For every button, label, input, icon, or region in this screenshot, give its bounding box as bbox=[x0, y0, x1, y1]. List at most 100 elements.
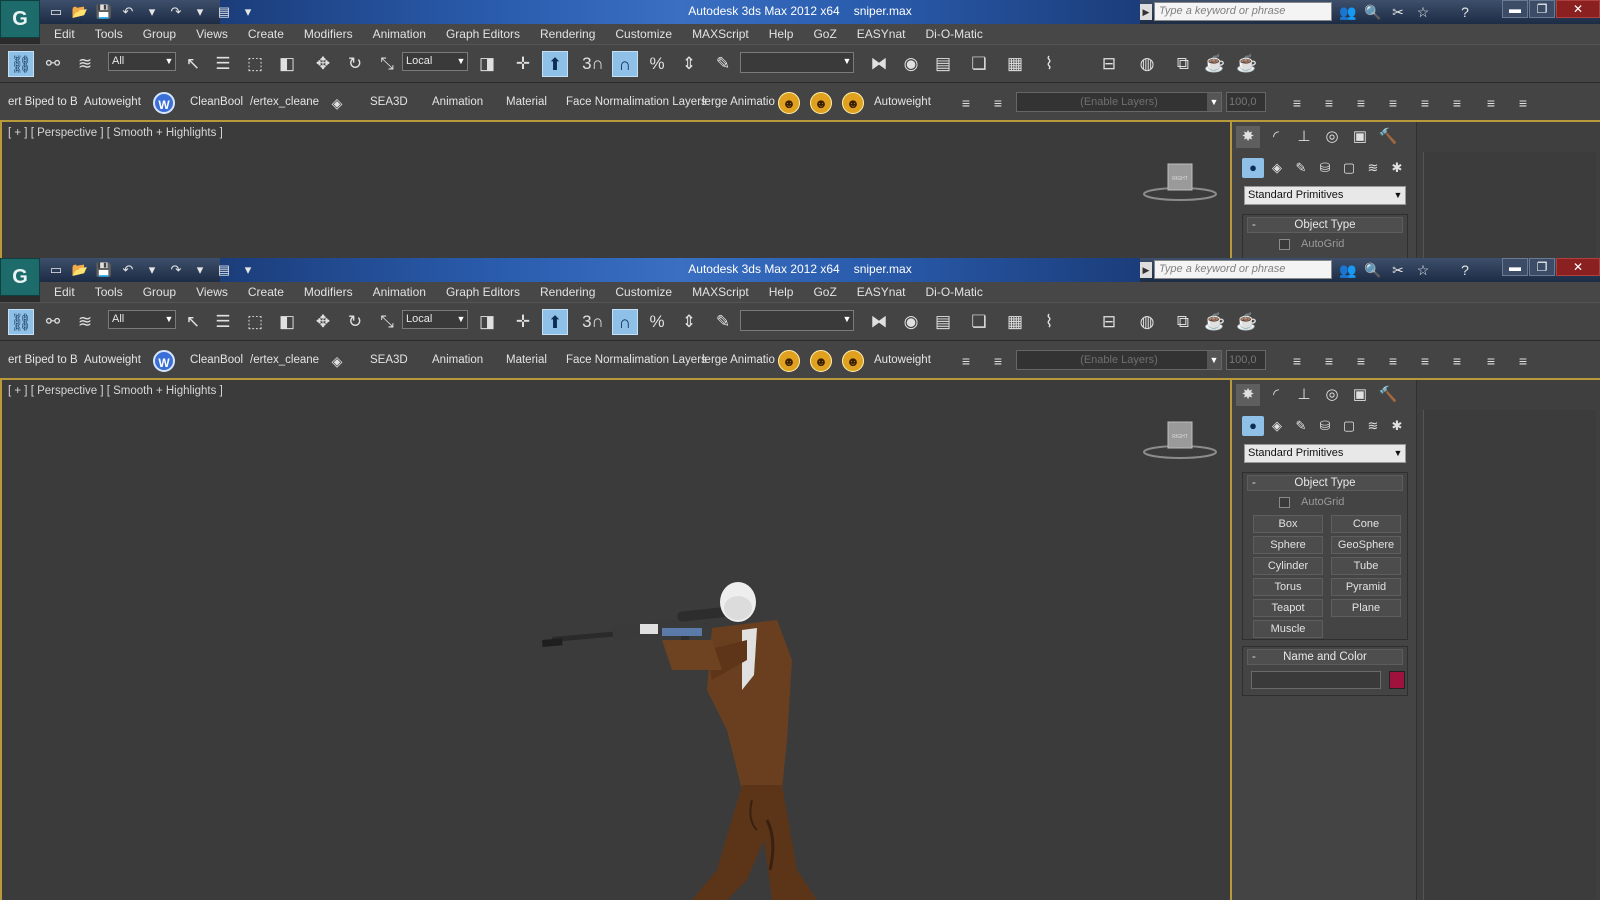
merge-animation-button[interactable]: lerge Animatio bbox=[702, 96, 775, 108]
menu-graph-editors[interactable]: Graph Editors bbox=[446, 285, 520, 299]
convert-biped-button[interactable]: ert Biped to B bbox=[8, 96, 78, 108]
render-production-icon[interactable]: ☕ bbox=[1234, 309, 1260, 335]
keyboard-shortcut-override-icon[interactable]: ⬆ bbox=[542, 51, 568, 77]
customize-quick-access-icon[interactable]: ▾ bbox=[238, 260, 258, 280]
autoweight-button[interactable]: Autoweight bbox=[84, 96, 141, 108]
character-lock-icon[interactable]: ☻ bbox=[810, 92, 832, 114]
menu-rendering[interactable]: Rendering bbox=[540, 285, 595, 299]
menu-maxscript[interactable]: MAXScript bbox=[692, 27, 749, 41]
menu-rendering[interactable]: Rendering bbox=[540, 27, 595, 41]
animation-layers-button[interactable]: imation Layers bbox=[632, 354, 707, 366]
align-icon[interactable]: ◉ bbox=[898, 309, 924, 335]
viewport-label[interactable]: [ + ] [ Perspective ] [ Smooth + Highlig… bbox=[8, 127, 223, 139]
object-category-dropdown[interactable]: Standard Primitives ▼ bbox=[1244, 444, 1406, 463]
pivot-center-icon[interactable]: ◨ bbox=[474, 309, 500, 335]
disable-layer-icon[interactable]: ≡ bbox=[1446, 350, 1468, 372]
space-warps-category-icon[interactable]: ≋ bbox=[1362, 416, 1384, 436]
favorites-star-icon[interactable]: ☆ bbox=[1413, 2, 1433, 22]
favorites-star-icon[interactable]: ☆ bbox=[1413, 260, 1433, 280]
render-setup-icon[interactable]: ⧉ bbox=[1170, 309, 1196, 335]
menu-animation[interactable]: Animation bbox=[373, 27, 426, 41]
menu-edit[interactable]: Edit bbox=[54, 285, 75, 299]
search-icon[interactable]: 🔍 bbox=[1363, 260, 1383, 280]
delete-layer-icon[interactable]: ≡ bbox=[1318, 92, 1340, 114]
vertex-cleaner-button[interactable]: /ertex_cleane bbox=[250, 96, 319, 108]
perspective-viewport[interactable]: [ + ] [ Perspective ] [ Smooth + Highlig… bbox=[0, 122, 1232, 258]
box-button[interactable]: Box bbox=[1253, 515, 1323, 533]
keyword-search-input[interactable]: Type a keyword or phrase bbox=[1154, 2, 1332, 21]
w-plugin-icon[interactable]: W bbox=[153, 92, 175, 114]
systems-category-icon[interactable]: ✱ bbox=[1386, 416, 1408, 436]
plane-button[interactable]: Plane bbox=[1331, 599, 1401, 617]
menu-goz[interactable]: GoZ bbox=[813, 285, 836, 299]
layer-tools-icon[interactable]: ≡ bbox=[1512, 350, 1534, 372]
helpers-category-icon[interactable]: ▢ bbox=[1338, 416, 1360, 436]
geometry-category-icon[interactable]: ● bbox=[1242, 416, 1264, 436]
render-production-icon[interactable]: ☕ bbox=[1234, 51, 1260, 77]
modify-tab-icon[interactable]: ◜ bbox=[1264, 126, 1288, 148]
mirror-icon[interactable]: ⧓ bbox=[866, 309, 892, 335]
new-file-icon[interactable]: ▭ bbox=[46, 2, 66, 22]
dropdown-arrow-icon[interactable]: ▾ bbox=[190, 260, 210, 280]
menu-easynat[interactable]: EASYnat bbox=[857, 285, 906, 299]
modify-tab-icon[interactable]: ◜ bbox=[1264, 384, 1288, 406]
menu-goz[interactable]: GoZ bbox=[813, 27, 836, 41]
autogrid-checkbox[interactable] bbox=[1279, 497, 1290, 508]
spinner-snap-icon[interactable]: ⇕ bbox=[676, 309, 702, 335]
window-crossing-icon[interactable]: ◧ bbox=[274, 51, 300, 77]
shapes-category-icon[interactable]: ◈ bbox=[1266, 416, 1288, 436]
space-warps-category-icon[interactable]: ≋ bbox=[1362, 158, 1384, 178]
menu-create[interactable]: Create bbox=[248, 285, 284, 299]
cone-button[interactable]: Cone bbox=[1331, 515, 1401, 533]
character-rig-icon[interactable]: ☻ bbox=[842, 92, 864, 114]
layer-tools-icon[interactable]: ≡ bbox=[1512, 92, 1534, 114]
graphite-ribbon-icon[interactable]: ▦ bbox=[1002, 51, 1028, 77]
curve-editor-icon[interactable]: ⌇ bbox=[1036, 309, 1062, 335]
menu-modifiers[interactable]: Modifiers bbox=[304, 285, 353, 299]
layer-manager-icon[interactable]: ❏ bbox=[966, 51, 992, 77]
cleanbool-button[interactable]: CleanBool bbox=[190, 96, 243, 108]
menu-modifiers[interactable]: Modifiers bbox=[304, 27, 353, 41]
community-icon[interactable]: 👥 bbox=[1338, 2, 1358, 22]
menu-edit[interactable]: Edit bbox=[54, 27, 75, 41]
project-folder-icon[interactable]: ▤ bbox=[214, 260, 234, 280]
hierarchy-tab-icon[interactable]: ⊥ bbox=[1292, 384, 1316, 406]
collapse-layer-icon[interactable]: ≡ bbox=[1414, 350, 1436, 372]
disable-layer-icon[interactable]: ≡ bbox=[1446, 92, 1468, 114]
angle-snap-icon[interactable]: ∩ bbox=[612, 309, 638, 335]
paste-layer-icon[interactable]: ≡ bbox=[1382, 350, 1404, 372]
checker-pattern-icon[interactable]: ◈ bbox=[326, 92, 348, 114]
object-type-header[interactable]: - Object Type bbox=[1247, 475, 1403, 491]
rectangular-selection-icon[interactable]: ⬚ bbox=[242, 309, 268, 335]
shapes-category-icon[interactable]: ◈ bbox=[1266, 158, 1288, 178]
cleanbool-button[interactable]: CleanBool bbox=[190, 354, 243, 366]
menu-help[interactable]: Help bbox=[769, 27, 794, 41]
autogrid-checkbox[interactable] bbox=[1279, 239, 1290, 250]
save-file-icon[interactable]: 💾 bbox=[94, 2, 114, 22]
sea3d-button[interactable]: SEA3D bbox=[370, 96, 408, 108]
material-button[interactable]: Material bbox=[506, 354, 547, 366]
named-selection-set-dropdown[interactable]: ▼ bbox=[740, 52, 854, 73]
edit-named-selection-icon[interactable]: ✎ bbox=[710, 51, 736, 77]
motion-tab-icon[interactable]: ◎ bbox=[1320, 126, 1344, 148]
keyboard-shortcut-override-icon[interactable]: ⬆ bbox=[542, 309, 568, 335]
enable-layers-dropdown[interactable]: (Enable Layers) ▼ bbox=[1016, 92, 1222, 112]
align-icon[interactable]: ◉ bbox=[898, 51, 924, 77]
create-tab-icon[interactable]: ✸ bbox=[1236, 384, 1260, 406]
search-expand-icon[interactable]: ▶ bbox=[1140, 262, 1152, 278]
search-icon[interactable]: 🔍 bbox=[1363, 2, 1383, 22]
undo-icon[interactable]: ↶ bbox=[118, 260, 138, 280]
spinner-snap-icon[interactable]: ⇕ bbox=[676, 51, 702, 77]
select-by-name-icon[interactable]: ☰ bbox=[210, 51, 236, 77]
character-face-icon[interactable]: ☻ bbox=[778, 92, 800, 114]
helpers-category-icon[interactable]: ▢ bbox=[1338, 158, 1360, 178]
character-face-icon[interactable]: ☻ bbox=[778, 350, 800, 372]
face-normal-button[interactable]: Face Normal bbox=[566, 354, 632, 366]
layer-select-icon[interactable]: ≡ bbox=[987, 350, 1009, 372]
menu-group[interactable]: Group bbox=[143, 285, 176, 299]
autoweight-button[interactable]: Autoweight bbox=[84, 354, 141, 366]
teapot-button[interactable]: Teapot bbox=[1253, 599, 1323, 617]
select-object-icon[interactable]: ↖ bbox=[180, 51, 206, 77]
search-expand-icon[interactable]: ▶ bbox=[1140, 4, 1152, 20]
edit-named-selection-icon[interactable]: ✎ bbox=[710, 309, 736, 335]
